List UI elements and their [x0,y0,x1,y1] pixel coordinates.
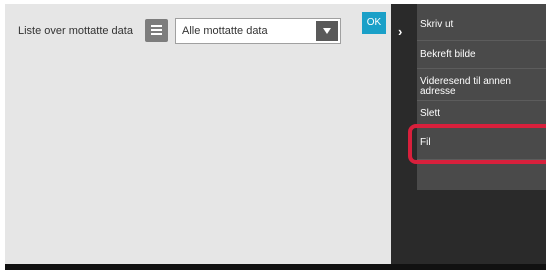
menu-item-label: Skriv ut [420,19,454,30]
ok-button[interactable]: OK [362,12,386,34]
chevron-down-icon[interactable] [316,21,338,41]
menu-item-confirm-image[interactable]: Bekreft bilde [417,50,546,60]
device-screen: Liste over mottatte data Alle mottatte d… [5,4,546,270]
highlight-frame [408,124,546,164]
menu-divider [417,100,546,101]
menu-item-label: Slett [420,108,441,119]
menu-item-label: Videresend til annen adresse [420,76,511,97]
menu-item-label: Bekreft bilde [420,49,476,60]
menu-divider [417,40,546,41]
main-panel: Liste over mottatte data Alle mottatte d… [5,4,391,264]
collapse-menu-button[interactable]: › [398,24,408,39]
filter-select-value: Alle mottatte data [182,25,268,37]
list-view-button[interactable] [145,19,168,42]
bottom-strip [5,264,546,270]
list-view-icon [151,25,162,35]
filter-select[interactable]: Alle mottatte data [175,18,341,44]
menu-item-print[interactable]: Skriv ut [417,20,546,30]
menu-divider [417,68,546,69]
chevron-right-icon: › [398,24,403,39]
menu-item-forward[interactable]: Videresend til annen adresse [417,77,546,97]
list-label: Liste over mottatte data [18,25,133,37]
menu-item-delete[interactable]: Slett [417,109,546,119]
